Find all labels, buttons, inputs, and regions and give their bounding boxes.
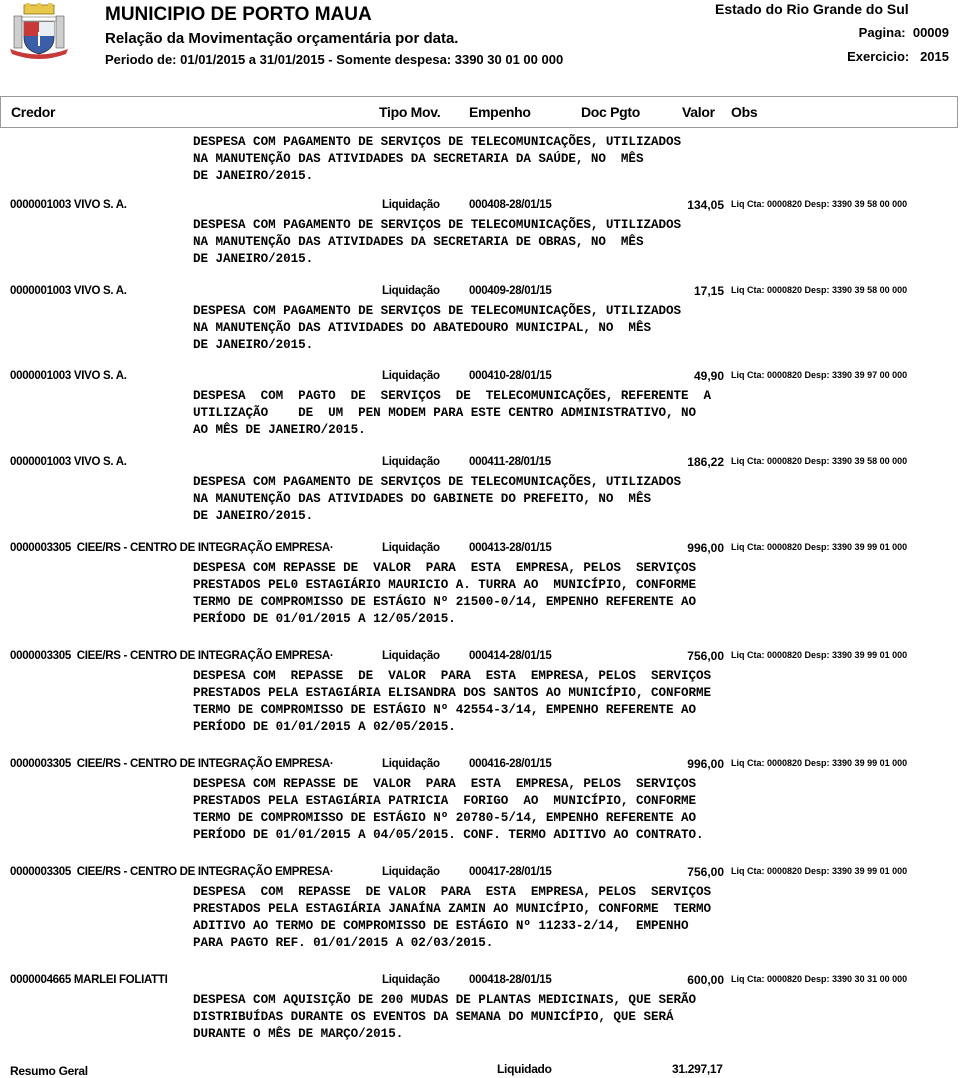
state-name: Estado do Rio Grande do Sul [715,1,909,17]
fiscal-year: Exercicio: 2015 [847,49,949,64]
entry-credor: 0000003305 CIEE/RS - CENTRO DE INTEGRAÇÃ… [10,866,334,878]
entry-tipo-mov: Liquidação [382,370,440,382]
column-valor: Valor [682,104,715,120]
entry-tipo-mov: Liquidação [382,199,440,211]
column-tipo-mov: Tipo Mov. [379,104,441,120]
entry-credor: 0000003305 CIEE/RS - CENTRO DE INTEGRAÇÃ… [10,542,334,554]
entry-valor: 600,00 [687,973,724,987]
entry-empenho: 000416-28/01/15 [469,758,552,770]
entry-tipo-mov: Liquidação [382,866,440,878]
entry-description: DESPESA COM REPASSE DE VALOR PARA ESTA E… [193,885,712,950]
entry-tipo-mov: Liquidação [382,456,440,468]
entry-obs: Liq Cta: 0000820 Desp: 3390 39 99 01 000 [731,866,908,876]
entry-tipo-mov: Liquidação [382,285,440,297]
column-empenho: Empenho [469,104,531,120]
column-obs: Obs [731,104,758,120]
report-title: Relação da Movimentação orçamentária por… [105,30,459,47]
entry-tipo-mov: Liquidação [382,974,440,986]
entry-credor: 0000004665 MARLEI FOLIATTI [10,974,168,986]
summary-total: 31.297,17 [672,1062,723,1076]
entry-valor: 996,00 [687,757,724,771]
entry-credor: 0000001003 VIVO S. A. [10,199,127,211]
report-period: Periodo de: 01/01/2015 a 31/01/2015 - So… [105,52,564,67]
entry-valor: 49,90 [693,369,724,383]
carryover-description: DESPESA COM PAGAMENTO DE SERVIÇOS DE TEL… [193,135,681,183]
entry-description: DESPESA COM PAGTO DE SERVIÇOS DE TELECOM… [193,389,712,437]
entry-tipo-mov: Liquidação [382,758,440,770]
coat-of-arms-logo-icon [8,2,70,62]
entry-valor: 756,00 [687,649,724,663]
entry-description: DESPESA COM PAGAMENTO DE SERVIÇOS DE TEL… [193,475,681,523]
entry-empenho: 000418-28/01/15 [469,974,552,986]
entry-empenho: 000413-28/01/15 [469,542,552,554]
entry-credor: 0000003305 CIEE/RS - CENTRO DE INTEGRAÇÃ… [10,650,334,662]
entry-description: DESPESA COM PAGAMENTO DE SERVIÇOS DE TEL… [193,218,681,266]
entry-empenho: 000417-28/01/15 [469,866,552,878]
entry-obs: Liq Cta: 0000820 Desp: 3390 39 99 01 000 [731,758,908,768]
entry-valor: 756,00 [687,865,724,879]
municipality-title: MUNICIPIO DE PORTO MAUA [105,4,372,25]
entry-description: DESPESA COM REPASSE DE VALOR PARA ESTA E… [193,561,697,626]
entry-description: DESPESA COM REPASSE DE VALOR PARA ESTA E… [193,777,704,842]
page-number: Pagina: 00009 [858,25,949,40]
entry-empenho: 000411-28/01/15 [469,456,551,468]
entry-credor: 0000001003 VIVO S. A. [10,285,127,297]
summary-type: Liquidado [497,1062,552,1076]
entry-valor: 186,22 [687,455,724,469]
entry-obs: Liq Cta: 0000820 Desp: 3390 30 31 00 000 [731,974,908,984]
entry-obs: Liq Cta: 0000820 Desp: 3390 39 58 00 000 [731,285,908,295]
entry-credor: 0000003305 CIEE/RS - CENTRO DE INTEGRAÇÃ… [10,758,334,770]
column-header-bar: Credor Tipo Mov. Empenho Doc Pgto Valor … [0,96,958,128]
entry-obs: Liq Cta: 0000820 Desp: 3390 39 99 01 000 [731,650,908,660]
entry-description: DESPESA COM AQUISIÇÃO DE 200 MUDAS DE PL… [193,993,697,1041]
entry-empenho: 000409-28/01/15 [469,285,552,297]
entry-credor: 0000001003 VIVO S. A. [10,456,127,468]
entry-empenho: 000408-28/01/15 [469,199,552,211]
entry-valor: 17,15 [693,284,724,298]
entry-obs: Liq Cta: 0000820 Desp: 3390 39 58 00 000 [731,199,908,209]
entry-description: DESPESA COM REPASSE DE VALOR PARA ESTA E… [193,669,712,734]
column-doc-pgto: Doc Pgto [581,104,641,120]
summary-label: Resumo Geral [10,1064,88,1078]
entry-valor: 996,00 [687,541,724,555]
entry-tipo-mov: Liquidação [382,650,440,662]
entry-description: DESPESA COM PAGAMENTO DE SERVIÇOS DE TEL… [193,304,681,352]
entry-credor: 0000001003 VIVO S. A. [10,370,127,382]
entry-obs: Liq Cta: 0000820 Desp: 3390 39 58 00 000 [731,456,908,466]
column-credor: Credor [11,104,56,120]
entry-empenho: 000414-28/01/15 [469,650,552,662]
entry-obs: Liq Cta: 0000820 Desp: 3390 39 97 00 000 [731,370,908,380]
entry-empenho: 000410-28/01/15 [469,370,552,382]
entry-tipo-mov: Liquidação [382,542,440,554]
entry-obs: Liq Cta: 0000820 Desp: 3390 39 99 01 000 [731,542,908,552]
entry-valor: 134,05 [687,198,724,212]
